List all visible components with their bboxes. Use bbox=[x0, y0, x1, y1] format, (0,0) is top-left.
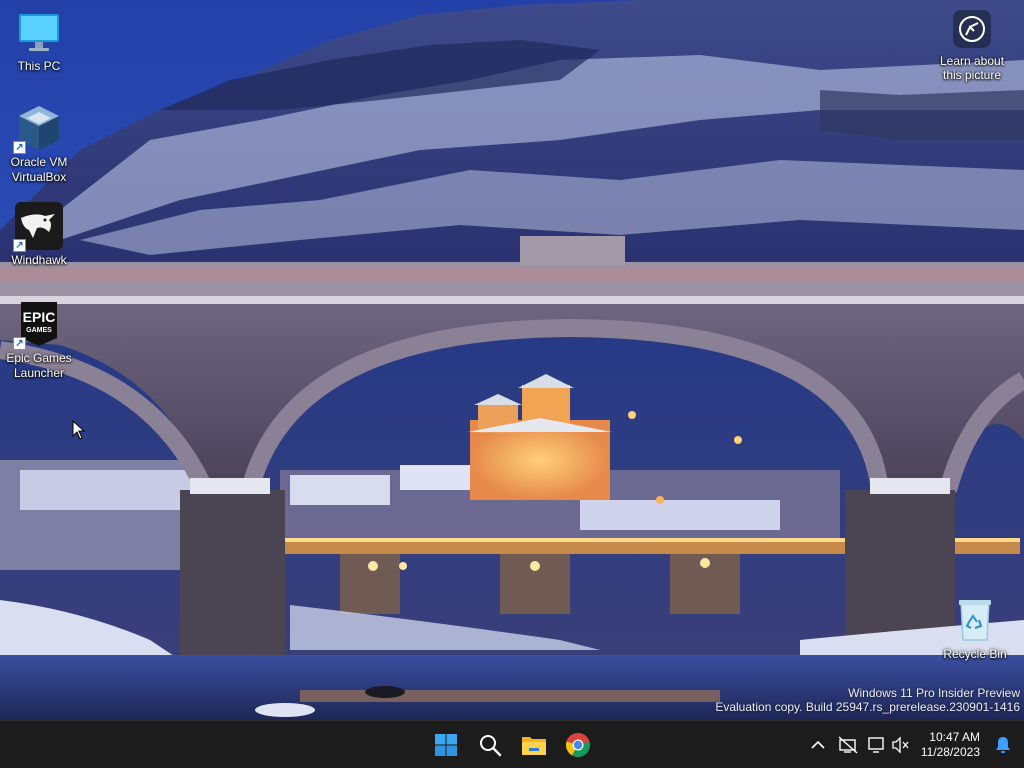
bell-icon bbox=[996, 737, 1010, 753]
camera-spotlight-icon bbox=[953, 10, 991, 48]
mouse-cursor-icon bbox=[72, 419, 86, 445]
watermark-line-2: Evaluation copy. Build 25947.rs_prerelea… bbox=[715, 700, 1020, 714]
epic-games-icon: EPIC GAMES ↗ bbox=[13, 300, 63, 350]
desktop-icon-this-pc[interactable]: This PC bbox=[0, 8, 78, 74]
virtualbox-icon: ↗ bbox=[13, 104, 63, 154]
show-hidden-icons-button[interactable] bbox=[803, 725, 833, 765]
learn-about-picture-button[interactable]: Learn about this picture bbox=[930, 10, 1014, 82]
svg-text:EPIC: EPIC bbox=[23, 309, 56, 325]
desktop-icon-label: Oracle VM VirtualBox bbox=[10, 155, 68, 184]
taskbar-apps bbox=[426, 721, 598, 769]
shortcut-arrow-icon: ↗ bbox=[13, 337, 26, 350]
chrome-button[interactable] bbox=[558, 725, 598, 765]
watermark-line-1: Windows 11 Pro Insider Preview bbox=[848, 686, 1020, 700]
desktop-icon-virtualbox[interactable]: ↗ Oracle VM VirtualBox bbox=[0, 104, 78, 185]
svg-text:GAMES: GAMES bbox=[26, 327, 52, 334]
desktop-wallpaper bbox=[0, 0, 1024, 720]
this-pc-icon bbox=[15, 8, 63, 56]
start-button[interactable] bbox=[426, 725, 466, 765]
file-explorer-button[interactable] bbox=[514, 725, 554, 765]
shortcut-arrow-icon: ↗ bbox=[13, 239, 26, 252]
system-tray: 10:47 AM 11/28/2023 bbox=[803, 721, 1024, 769]
taskbar: 10:47 AM 11/28/2023 bbox=[0, 720, 1024, 768]
desktop-icon-epic-games[interactable]: EPIC GAMES ↗ Epic Games Launcher bbox=[0, 300, 78, 381]
clock-time: 10:47 AM bbox=[929, 730, 980, 744]
clock[interactable]: 10:47 AM 11/28/2023 bbox=[915, 730, 988, 760]
evaluation-watermark: Windows 11 Pro Insider Preview Evaluatio… bbox=[715, 686, 1020, 714]
desktop-icon-label: This PC bbox=[17, 59, 61, 73]
recycle-bin-icon bbox=[951, 596, 999, 644]
search-button[interactable] bbox=[470, 725, 510, 765]
desktop-icon-label: Recycle Bin bbox=[943, 647, 1007, 661]
file-explorer-icon bbox=[522, 737, 546, 755]
chevron-up-icon bbox=[811, 740, 825, 749]
notifications-button[interactable] bbox=[988, 725, 1018, 765]
quick-settings-button[interactable] bbox=[863, 725, 915, 765]
learn-about-picture-label: Learn about this picture bbox=[939, 54, 1005, 82]
network-button[interactable] bbox=[833, 725, 863, 765]
desktop-icon-recycle-bin[interactable]: Recycle Bin bbox=[936, 596, 1014, 662]
chrome-icon bbox=[565, 733, 590, 757]
shortcut-arrow-icon: ↗ bbox=[13, 141, 26, 154]
display-volume-icon bbox=[868, 736, 909, 754]
clock-date: 11/28/2023 bbox=[920, 745, 980, 759]
search-icon bbox=[480, 735, 502, 757]
desktop-icon-windhawk[interactable]: ↗ Windhawk bbox=[0, 202, 78, 268]
desktop-icon-label: Windhawk bbox=[11, 253, 67, 267]
network-disconnected-icon bbox=[838, 736, 858, 754]
start-icon bbox=[435, 734, 457, 756]
windhawk-icon: ↗ bbox=[13, 202, 63, 252]
desktop-icon-label: Epic Games Launcher bbox=[6, 351, 72, 380]
